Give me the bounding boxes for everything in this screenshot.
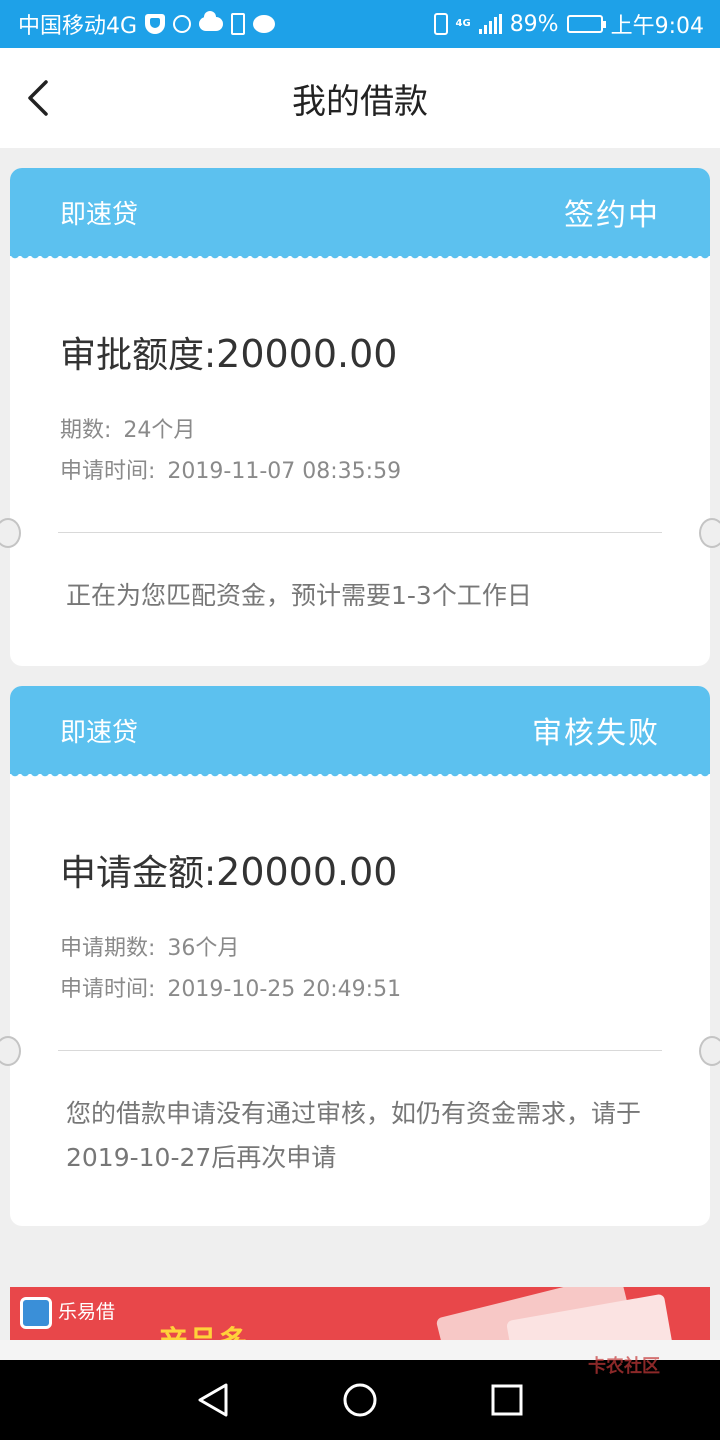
banner-name: 乐易借 bbox=[58, 1301, 116, 1323]
meta-row: 申请时间: 2019-10-25 20:49:51 bbox=[60, 971, 401, 1003]
card-header: 即速贷 签约中 bbox=[10, 168, 710, 262]
status-note: 您的借款申请没有通过审核，如仍有资金需求，请于2019-10-27后再次申请 bbox=[66, 1099, 642, 1172]
banner-logo-icon bbox=[20, 1297, 52, 1329]
signal-icon bbox=[478, 14, 502, 34]
amount-value: 20000.00 bbox=[216, 332, 398, 376]
amount-label: 申请金额: bbox=[60, 853, 217, 894]
amount-row: 审批额度:20000.00 bbox=[60, 326, 397, 378]
amount-value: 20000.00 bbox=[216, 850, 398, 894]
nav-header: 我的借款 bbox=[0, 48, 720, 148]
triangle-back-icon bbox=[198, 1383, 228, 1417]
card-notch-left bbox=[0, 1036, 21, 1066]
status-bar: 中国移动4G 4G 89% 上午9:04 bbox=[0, 0, 720, 48]
back-button[interactable] bbox=[24, 78, 64, 118]
square-recents-icon bbox=[491, 1384, 523, 1416]
clock: 上午9:04 bbox=[610, 14, 704, 39]
battery-percent: 89% bbox=[509, 11, 559, 37]
cloud-icon bbox=[199, 11, 224, 31]
status-note: 正在为您匹配资金，预计需要1-3个工作日 bbox=[66, 581, 532, 610]
meta-row: 期数: 24个月 bbox=[60, 412, 195, 444]
badge-icon bbox=[173, 15, 192, 33]
divider bbox=[58, 532, 662, 533]
carrier-label: 中国移动4G bbox=[18, 14, 138, 39]
card-header: 即速贷 审核失败 bbox=[10, 686, 710, 780]
meta-value: 24个月 bbox=[123, 418, 196, 443]
upload-icon bbox=[231, 13, 246, 35]
status-label: 签约中 bbox=[564, 198, 660, 233]
loan-card[interactable]: 即速贷 签约中 审批额度:20000.00 期数: 24个月 申请时间: 2019-… bbox=[0, 168, 720, 666]
amount-label: 审批额度: bbox=[60, 335, 217, 376]
watermark: 卡农社区 bbox=[588, 1356, 660, 1377]
meta-label: 申请时间: bbox=[60, 977, 156, 1002]
meta-value: 2019-10-25 20:49:51 bbox=[167, 977, 402, 1002]
status-label: 审核失败 bbox=[532, 716, 660, 751]
amount-row: 申请金额:20000.00 bbox=[60, 844, 397, 896]
product-name: 即速贷 bbox=[60, 717, 139, 748]
page-title: 我的借款 bbox=[292, 81, 428, 122]
meta-label: 申请时间: bbox=[60, 459, 156, 484]
meta-label: 期数: bbox=[60, 418, 112, 443]
shield-icon bbox=[145, 14, 166, 34]
chevron-left-icon bbox=[28, 80, 48, 116]
nav-recents-button[interactable] bbox=[487, 1380, 527, 1420]
vibrate-icon bbox=[433, 13, 448, 35]
meta-row: 申请期数: 36个月 bbox=[60, 930, 239, 962]
divider bbox=[58, 1050, 662, 1051]
card-notch-right bbox=[699, 518, 720, 548]
card-notch-left bbox=[0, 518, 21, 548]
meta-value: 2019-11-07 08:35:59 bbox=[167, 459, 402, 484]
chat-icon bbox=[253, 15, 276, 33]
product-name: 即速贷 bbox=[60, 199, 139, 230]
nav-home-button[interactable] bbox=[340, 1380, 380, 1420]
meta-row: 申请时间: 2019-11-07 08:35:59 bbox=[60, 453, 401, 485]
ad-banner[interactable]: 乐易借 产品多 bbox=[10, 1287, 710, 1340]
battery-icon bbox=[566, 15, 606, 33]
loan-card[interactable]: 即速贷 审核失败 申请金额:20000.00 申请期数: 36个月 申请时间: 20… bbox=[0, 686, 720, 1226]
circle-home-icon bbox=[343, 1383, 377, 1417]
meta-label: 申请期数: bbox=[60, 936, 156, 961]
card-notch-right bbox=[699, 1036, 720, 1066]
nav-back-button[interactable] bbox=[193, 1380, 233, 1420]
meta-value: 36个月 bbox=[167, 936, 240, 961]
banner-slogan: 产品多 bbox=[158, 1317, 248, 1340]
network-type: 4G bbox=[455, 18, 471, 29]
